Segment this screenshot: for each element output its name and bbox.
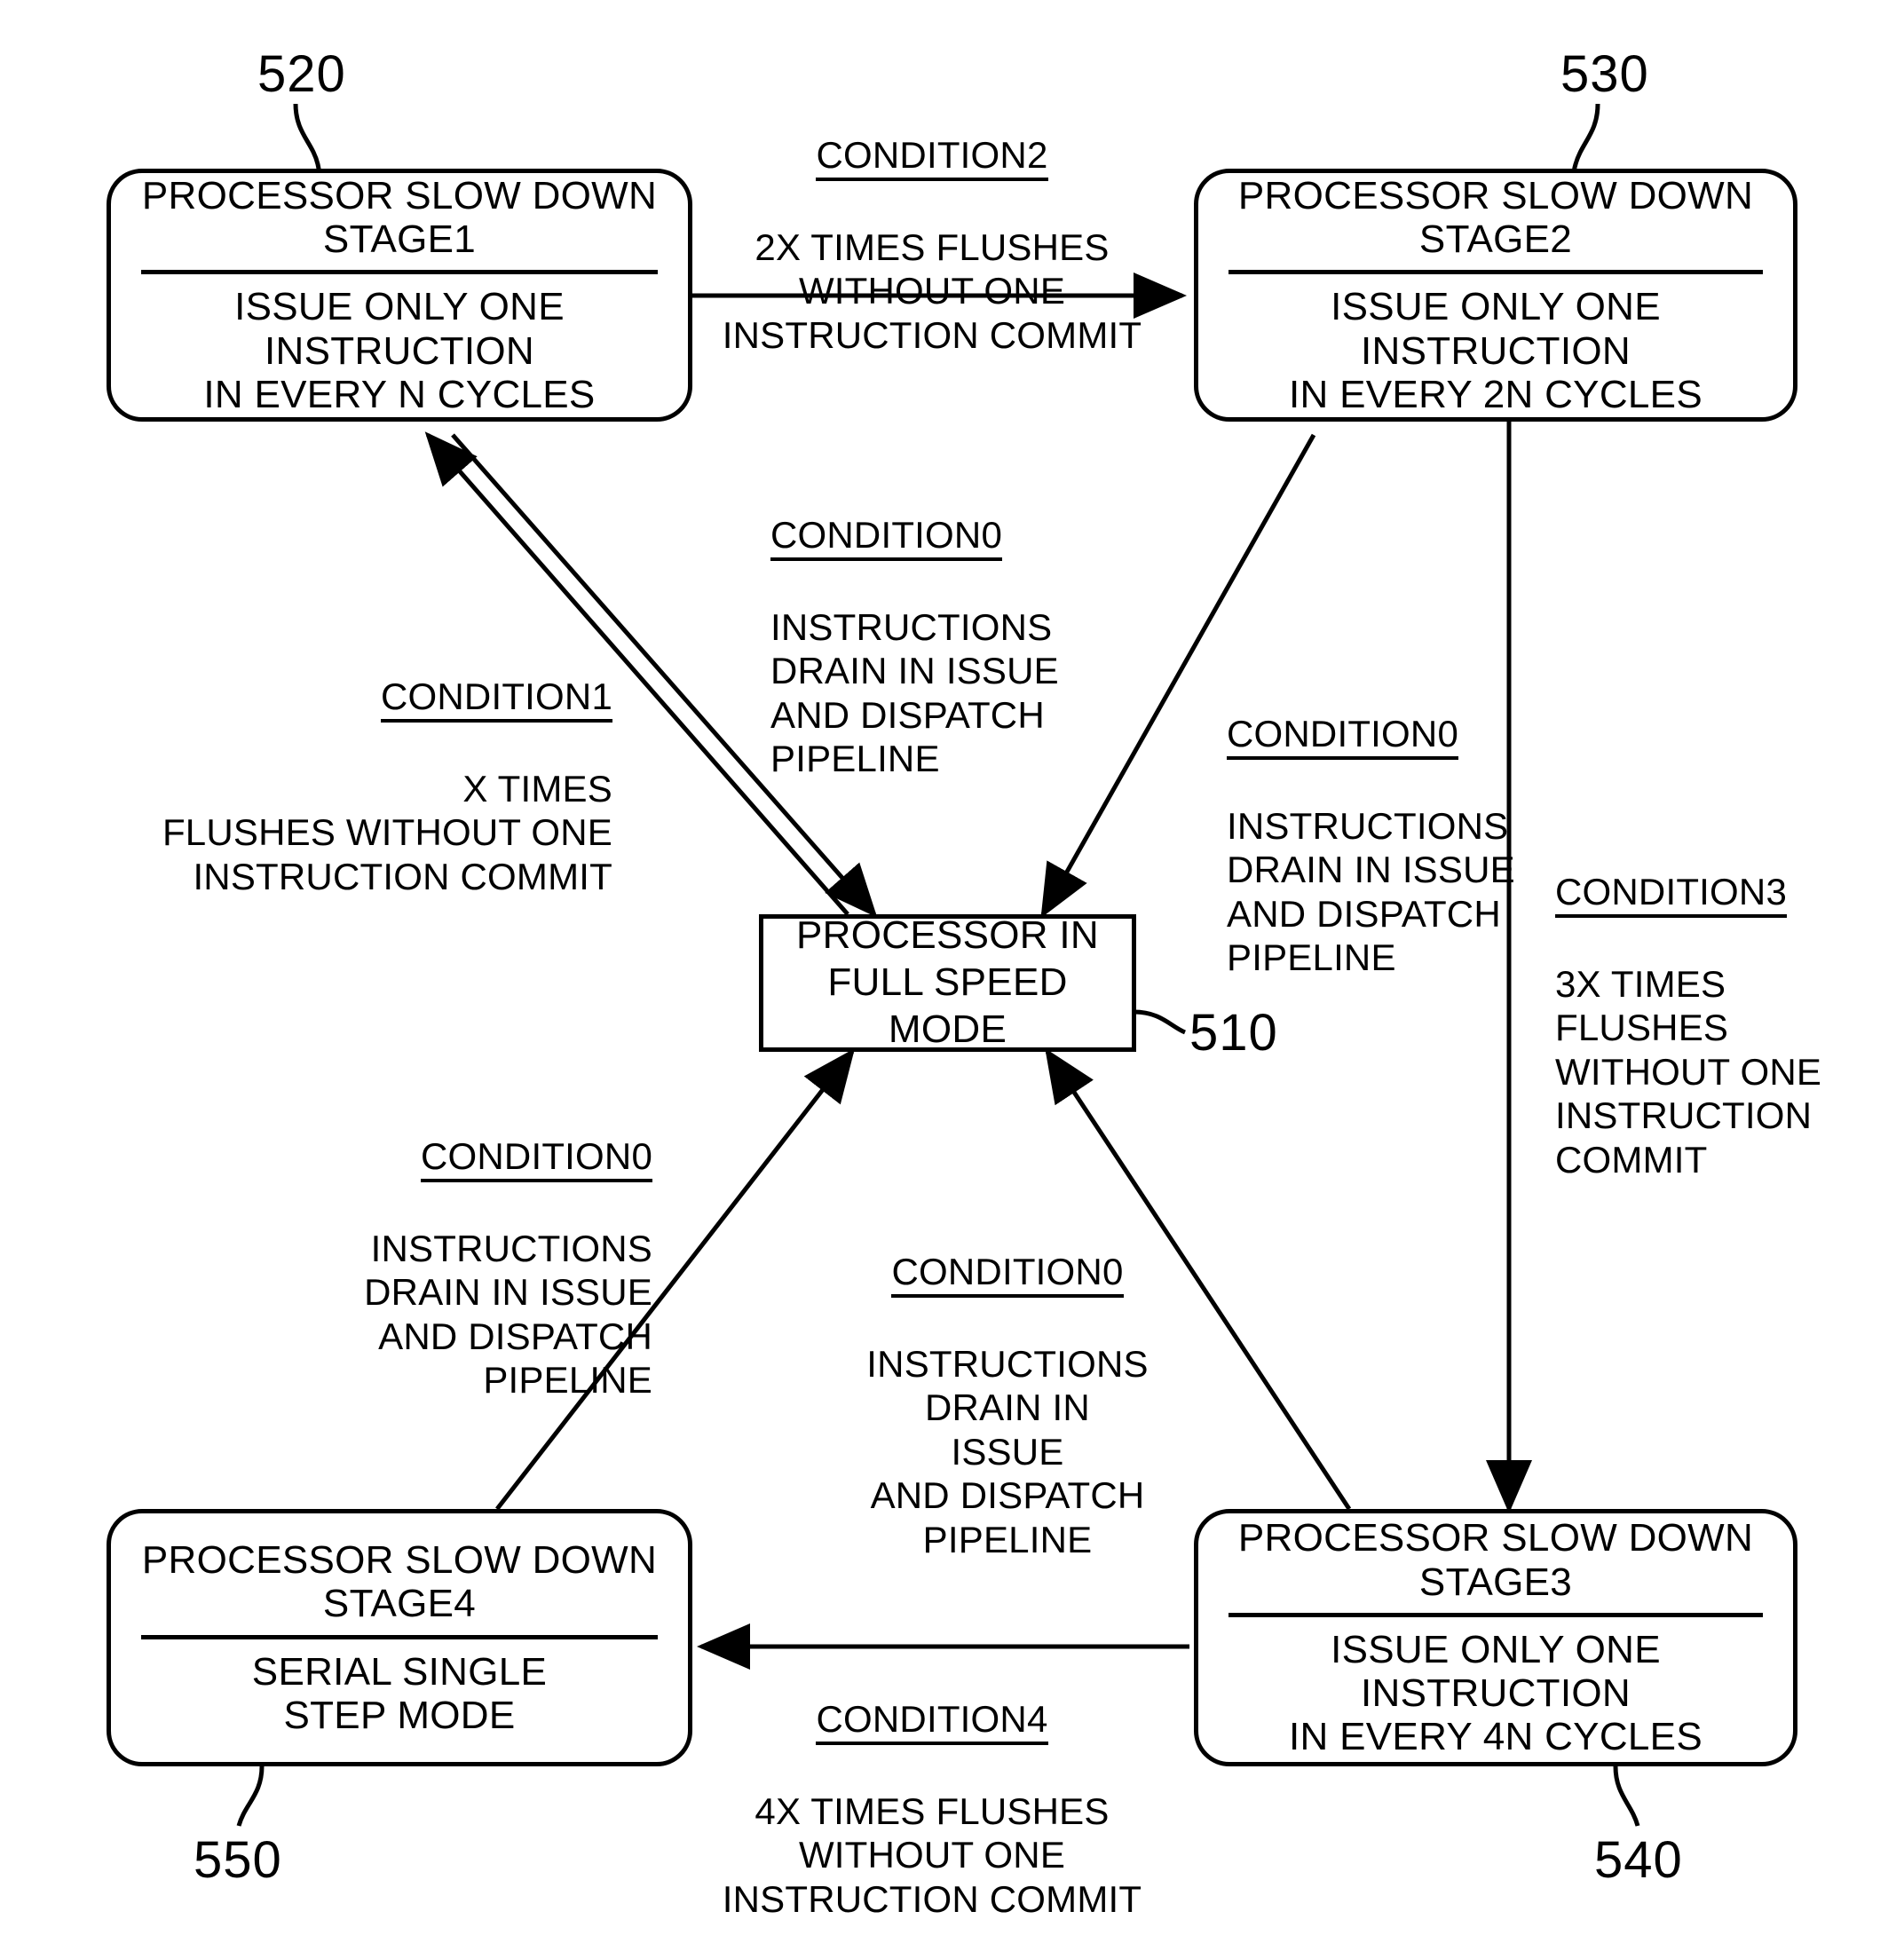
stage4-title-line1: PROCESSOR SLOW DOWN xyxy=(141,1537,658,1582)
reference-numeral-530: 530 xyxy=(1560,45,1649,103)
edge-label-condition0-stage2: CONDITION0 INSTRUCTIONS DRAIN IN ISSUE A… xyxy=(1227,667,1582,980)
leader-540 xyxy=(1613,1765,1640,1827)
stage2-title-line1: PROCESSOR SLOW DOWN xyxy=(1237,173,1754,217)
stage2-body-line2: IN EVERY 2N CYCLES xyxy=(1289,372,1703,416)
edge-label-condition0-stage3: CONDITION0 INSTRUCTIONS DRAIN IN ISSUE A… xyxy=(865,1205,1150,1561)
condition2-head: CONDITION2 xyxy=(816,133,1048,182)
stage1-title-line1: PROCESSOR SLOW DOWN xyxy=(141,173,658,217)
stage4-divider xyxy=(141,1634,658,1639)
stage3-body-line2: IN EVERY 4N CYCLES xyxy=(1289,1715,1703,1759)
stage2-divider xyxy=(1229,270,1763,275)
reference-numeral-550: 550 xyxy=(194,1831,282,1889)
stage3-body-line1: ISSUE ONLY ONE INSTRUCTION xyxy=(1331,1627,1661,1716)
leader-510 xyxy=(1133,1009,1187,1035)
reference-numeral-520: 520 xyxy=(257,45,346,103)
stage4-body-line1: SERIAL SINGLE xyxy=(251,1649,548,1694)
node-processor-slow-down-stage3[interactable]: PROCESSOR SLOW DOWN STAGE3 ISSUE ONLY ON… xyxy=(1194,1509,1797,1766)
condition4-body: 4X TIMES FLUSHES WITHOUT ONE INSTRUCTION… xyxy=(722,1789,1142,1920)
node-processor-in-full-speed-mode[interactable]: PROCESSOR IN FULL SPEED MODE xyxy=(759,912,1136,1053)
stage1-body-line2: IN EVERY N CYCLES xyxy=(203,372,596,416)
stage4-title-line2: STAGE4 xyxy=(322,1582,477,1626)
stage2-title: PROCESSOR SLOW DOWN STAGE2 xyxy=(1198,174,1793,262)
stage1-divider xyxy=(141,270,658,275)
node-processor-slow-down-stage2[interactable]: PROCESSOR SLOW DOWN STAGE2 ISSUE ONLY ON… xyxy=(1194,169,1797,422)
stage3-title-line1: PROCESSOR SLOW DOWN xyxy=(1237,1516,1754,1560)
edge-label-condition4: CONDITION4 4X TIMES FLUSHES WITHOUT ONE … xyxy=(710,1653,1154,1921)
leader-550 xyxy=(236,1765,265,1827)
condition1-head: CONDITION1 xyxy=(380,675,612,723)
stage2-body-line1: ISSUE ONLY ONE INSTRUCTION xyxy=(1331,285,1661,373)
edge-label-condition0-stage1: CONDITION0 INSTRUCTIONS DRAIN IN ISSUE A… xyxy=(770,469,1126,781)
condition0-stage2-body: INSTRUCTIONS DRAIN IN ISSUE AND DISPATCH… xyxy=(1227,804,1515,979)
stage1-title-line2: STAGE1 xyxy=(322,217,477,262)
condition1-body: X TIMES FLUSHES WITHOUT ONE INSTRUCTION … xyxy=(162,767,612,897)
edge-label-condition1: CONDITION1 X TIMES FLUSHES WITHOUT ONE I… xyxy=(160,630,612,898)
stage2-title-line2: STAGE2 xyxy=(1418,217,1573,262)
condition3-head: CONDITION3 xyxy=(1555,870,1788,919)
edge-label-condition0-stage4: CONDITION0 INSTRUCTIONS DRAIN IN ISSUE A… xyxy=(359,1090,652,1402)
condition0-stage1-body: INSTRUCTIONS DRAIN IN ISSUE AND DISPATCH… xyxy=(770,605,1059,780)
condition2-body: 2X TIMES FLUSHES WITHOUT ONE INSTRUCTION… xyxy=(722,225,1142,356)
stage3-title-line2: STAGE3 xyxy=(1418,1560,1573,1604)
reference-numeral-540: 540 xyxy=(1594,1831,1683,1889)
stage1-body-line1: ISSUE ONLY ONE INSTRUCTION xyxy=(234,285,565,373)
stage3-title: PROCESSOR SLOW DOWN STAGE3 xyxy=(1198,1516,1793,1604)
reference-numeral-510: 510 xyxy=(1189,1004,1278,1062)
stage4-body: SERIAL SINGLE STEP MODE xyxy=(111,1650,688,1738)
condition3-body: 3X TIMES FLUSHES WITHOUT ONE INSTRUCTION… xyxy=(1555,962,1822,1181)
edge-label-condition2: CONDITION2 2X TIMES FLUSHES WITHOUT ONE … xyxy=(710,89,1154,357)
condition0-stage4-head: CONDITION0 xyxy=(420,1134,652,1183)
condition0-stage3-head: CONDITION0 xyxy=(891,1250,1124,1299)
stage1-body: ISSUE ONLY ONE INSTRUCTION IN EVERY N CY… xyxy=(111,285,688,416)
condition0-stage1-head: CONDITION0 xyxy=(770,513,1003,562)
node-processor-slow-down-stage4[interactable]: PROCESSOR SLOW DOWN STAGE4 SERIAL SINGLE… xyxy=(107,1509,692,1766)
condition4-head: CONDITION4 xyxy=(816,1697,1048,1746)
stage3-body: ISSUE ONLY ONE INSTRUCTION IN EVERY 4N C… xyxy=(1198,1628,1793,1759)
stage1-title: PROCESSOR SLOW DOWN STAGE1 xyxy=(111,174,688,262)
stage3-divider xyxy=(1229,1612,1763,1617)
stage4-body-line2: STEP MODE xyxy=(283,1693,516,1737)
condition0-stage4-body: INSTRUCTIONS DRAIN IN ISSUE AND DISPATCH… xyxy=(364,1227,652,1402)
stage2-body: ISSUE ONLY ONE INSTRUCTION IN EVERY 2N C… xyxy=(1198,285,1793,416)
full-speed-text: PROCESSOR IN FULL SPEED MODE xyxy=(763,912,1132,1053)
edge-label-condition3: CONDITION3 3X TIMES FLUSHES WITHOUT ONE … xyxy=(1555,825,1848,1181)
condition0-stage3-body: INSTRUCTIONS DRAIN IN ISSUE AND DISPATCH… xyxy=(866,1342,1149,1560)
full-speed-line2: FULL SPEED MODE xyxy=(827,960,1068,1051)
condition0-stage2-head: CONDITION0 xyxy=(1227,712,1459,761)
stage4-title: PROCESSOR SLOW DOWN STAGE4 xyxy=(111,1538,688,1626)
node-processor-slow-down-stage1[interactable]: PROCESSOR SLOW DOWN STAGE1 ISSUE ONLY ON… xyxy=(107,169,692,422)
full-speed-line1: PROCESSOR IN xyxy=(796,913,1099,958)
figure-canvas: PROCESSOR SLOW DOWN STAGE1 ISSUE ONLY ON… xyxy=(0,0,1904,1951)
